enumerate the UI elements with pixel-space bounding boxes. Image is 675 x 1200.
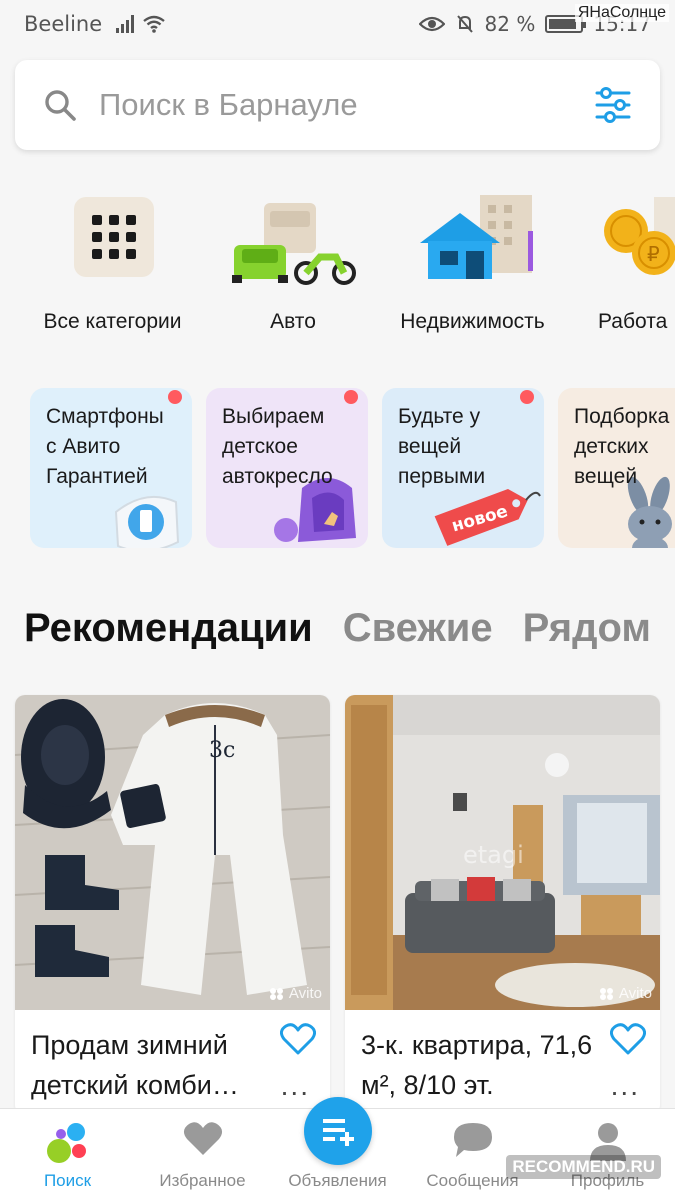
photo-watermark: Avito xyxy=(269,985,322,1002)
more-options-button[interactable]: ... xyxy=(281,1070,310,1102)
svg-text:3c: 3c xyxy=(209,738,235,763)
apartment-photo: etagi xyxy=(345,695,660,1010)
carrier-name: Beeline xyxy=(24,12,103,36)
watermark-text: Avito xyxy=(288,985,322,1002)
more-options-button[interactable]: ... xyxy=(611,1070,640,1102)
story-text: Выбираем детское автокресло xyxy=(222,405,333,488)
svg-text:₽: ₽ xyxy=(647,242,660,266)
nav-search[interactable]: Поиск xyxy=(0,1109,135,1200)
watermark-top: ЯНаСолнце xyxy=(574,4,669,22)
filter-sliders-icon[interactable] xyxy=(594,87,632,123)
unread-dot xyxy=(344,390,358,404)
category-label: Авто xyxy=(270,310,316,333)
unread-dot xyxy=(168,390,182,404)
heart-icon xyxy=(183,1122,222,1155)
wifi-icon xyxy=(143,15,165,33)
signal-icon xyxy=(116,15,135,33)
story-text: Будьте у вещей первыми xyxy=(398,405,486,488)
watermark-bottom: RECOMMEND.RU xyxy=(506,1155,661,1179)
search-icon xyxy=(45,90,76,121)
favorite-heart-icon[interactable] xyxy=(280,1023,316,1055)
listing-photo[interactable]: 3c Avito xyxy=(15,695,330,1010)
listing-card[interactable]: 3c Avito Продам зимний детский комби… ..… xyxy=(15,695,330,1115)
mute-bell-icon xyxy=(456,15,473,33)
snowsuit-photo: 3c xyxy=(15,695,330,1010)
story-card[interactable]: Подборка детских вещей xyxy=(558,388,675,548)
avito-dots-icon xyxy=(46,1123,86,1163)
stories-carousel[interactable]: Смартфоны с Авито Гарантией Выбираем дет… xyxy=(0,388,675,550)
tab-fresh[interactable]: Свежие xyxy=(343,606,493,651)
unread-dot xyxy=(520,390,534,404)
tab-recommendations[interactable]: Рекомендации xyxy=(24,606,313,651)
favorite-heart-icon[interactable] xyxy=(610,1023,646,1055)
category-label: Все категории xyxy=(43,310,182,333)
nav-label: Избранное xyxy=(159,1171,246,1190)
listing-title[interactable]: Продам зимний детский комби… xyxy=(31,1025,271,1105)
nav-favorites[interactable]: Избранное xyxy=(135,1109,270,1200)
category-jobs[interactable]: ₽ Работа xyxy=(598,185,675,334)
listing-title[interactable]: 3-к. квартира, 71,6 м², 8/10 эт. xyxy=(361,1025,601,1105)
car-motorcycle-icon xyxy=(228,185,358,290)
house-icon xyxy=(408,185,538,290)
listing-photo[interactable]: etagi Avito xyxy=(345,695,660,1010)
feed-tabs[interactable]: Рекомендации Свежие Рядом xyxy=(24,606,651,651)
coins-icon: ₽ xyxy=(598,185,675,290)
listing-card[interactable]: etagi Avito 3-к. квартира, 71,6 м², 8/10… xyxy=(345,695,660,1115)
watermark-text: etagi xyxy=(463,841,524,869)
story-text: Подборка детских вещей xyxy=(574,405,670,488)
search-input[interactable]: Поиск в Барнауле xyxy=(99,87,358,123)
tab-nearby[interactable]: Рядом xyxy=(523,606,651,651)
category-label: Недвижимость xyxy=(400,310,545,333)
category-auto[interactable]: Авто xyxy=(228,185,358,334)
grid-icon xyxy=(48,185,178,290)
status-bar: Beeline 82 % 15:17 xyxy=(0,0,675,48)
add-listing-button[interactable] xyxy=(304,1097,372,1165)
category-all[interactable]: Все категории xyxy=(30,185,195,334)
search-bar[interactable]: Поиск в Барнауле xyxy=(15,60,660,150)
category-label: Работа xyxy=(598,310,668,333)
photo-watermark: Avito xyxy=(599,985,652,1002)
avito-dots-icon xyxy=(599,987,613,1000)
story-card[interactable]: Выбираем детское автокресло xyxy=(206,388,368,548)
nav-label: Объявления xyxy=(288,1171,387,1190)
story-card[interactable]: Будьте у вещей первыми новое xyxy=(382,388,544,548)
story-card[interactable]: Смартфоны с Авито Гарантией xyxy=(30,388,192,548)
nav-label: Поиск xyxy=(43,1171,92,1190)
chat-bubble-icon xyxy=(453,1123,492,1157)
eye-icon xyxy=(418,16,445,32)
category-carousel[interactable]: Все категории Авто Недвижимость ₽ Работа xyxy=(0,185,675,345)
story-text: Смартфоны с Авито Гарантией xyxy=(46,405,164,488)
category-realty[interactable]: Недвижимость xyxy=(390,185,555,334)
add-listing-icon xyxy=(323,1119,354,1146)
avito-dots-icon xyxy=(269,987,283,1000)
battery-percent: 82 % xyxy=(484,12,536,36)
watermark-text: Avito xyxy=(618,985,652,1002)
